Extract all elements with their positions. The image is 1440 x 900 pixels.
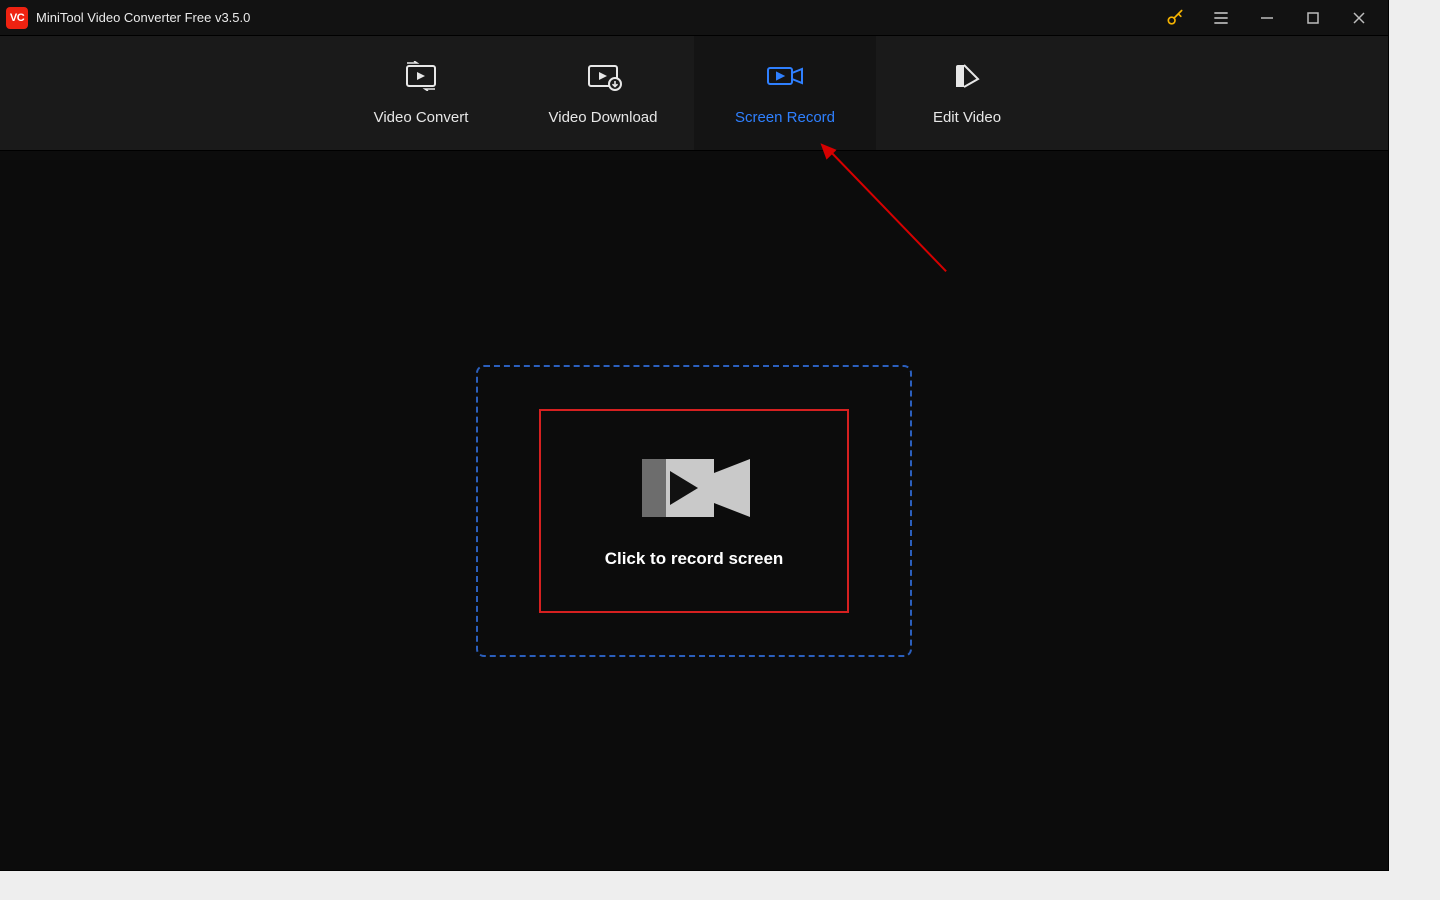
minimize-icon — [1260, 11, 1274, 25]
app-title: MiniTool Video Converter Free v3.5.0 — [36, 10, 250, 25]
maximize-icon — [1306, 11, 1320, 25]
content-area: Click to record screen — [0, 151, 1388, 870]
close-icon — [1352, 11, 1366, 25]
tab-screen-record[interactable]: Screen Record — [694, 36, 876, 150]
app-logo-text: VC — [10, 12, 24, 24]
tab-label: Video Convert — [374, 109, 469, 126]
titlebar-right — [1152, 0, 1382, 36]
maximize-button[interactable] — [1290, 0, 1336, 36]
convert-icon — [401, 61, 441, 91]
titlebar: VC MiniTool Video Converter Free v3.5.0 — [0, 0, 1388, 36]
tab-video-convert[interactable]: Video Convert — [330, 36, 512, 150]
edit-icon — [950, 61, 984, 91]
tab-video-download[interactable]: Video Download — [512, 36, 694, 150]
minimize-button[interactable] — [1244, 0, 1290, 36]
activate-key-button[interactable] — [1152, 0, 1198, 36]
tab-edit-video[interactable]: Edit Video — [876, 36, 1058, 150]
main-nav: Video Convert Video Download — [0, 36, 1388, 151]
download-icon — [583, 61, 623, 91]
key-icon — [1165, 8, 1185, 28]
record-icon — [764, 61, 806, 91]
record-dropzone[interactable]: Click to record screen — [476, 365, 912, 657]
close-button[interactable] — [1336, 0, 1382, 36]
main-menu-button[interactable] — [1198, 0, 1244, 36]
hamburger-icon — [1211, 8, 1231, 28]
titlebar-left: VC MiniTool Video Converter Free v3.5.0 — [6, 7, 250, 29]
app-window: VC MiniTool Video Converter Free v3.5.0 — [0, 0, 1388, 870]
tab-label: Screen Record — [735, 109, 835, 126]
camera-icon — [634, 453, 754, 523]
record-button-label: Click to record screen — [605, 549, 784, 569]
tab-label: Video Download — [549, 109, 658, 126]
app-logo: VC — [6, 7, 28, 29]
tab-label: Edit Video — [933, 109, 1001, 126]
record-button[interactable]: Click to record screen — [539, 409, 849, 613]
